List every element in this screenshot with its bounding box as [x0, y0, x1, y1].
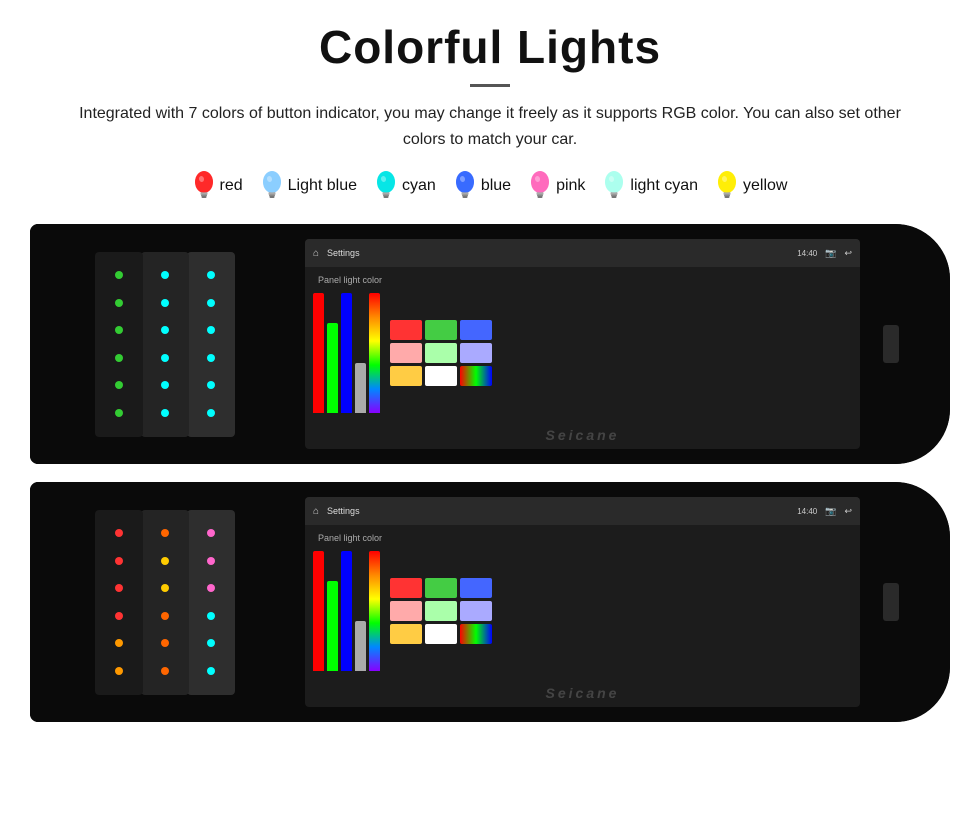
color-item-yellow: yellow	[716, 170, 787, 202]
bulb-icon	[716, 170, 738, 202]
color-item-light-cyan: light cyan	[603, 170, 698, 202]
page-container: Colorful Lights Integrated with 7 colors…	[0, 0, 980, 752]
color-item-pink: pink	[529, 170, 585, 202]
bulb-icon	[375, 170, 397, 202]
color-label-light-cyan: light cyan	[630, 177, 698, 195]
bulb-icon	[603, 170, 625, 202]
color-item-red: red	[193, 170, 243, 202]
car-units-section: ⌂ Settings 14:40 📷 ↩ Panel light colorSe…	[30, 224, 950, 732]
car-unit-1: ⌂ Settings 14:40 📷 ↩ Panel light colorSe…	[30, 482, 950, 722]
page-title: Colorful Lights	[30, 20, 950, 74]
color-label-yellow: yellow	[743, 177, 787, 195]
title-section: Colorful Lights	[30, 20, 950, 87]
bulb-icon	[454, 170, 476, 202]
color-label-pink: pink	[556, 177, 585, 195]
seicane-watermark: Seicane	[546, 685, 620, 701]
color-item-light-blue: Light blue	[261, 170, 357, 202]
color-label-blue: blue	[481, 177, 511, 195]
color-label-red: red	[220, 177, 243, 195]
bulb-icon	[261, 170, 283, 202]
color-item-cyan: cyan	[375, 170, 436, 202]
bulb-icon	[529, 170, 551, 202]
color-list: red Light blue cyan blue pink light cyan	[30, 170, 950, 202]
bulb-icon	[193, 170, 215, 202]
color-item-blue: blue	[454, 170, 511, 202]
description-text: Integrated with 7 colors of button indic…	[60, 101, 920, 152]
car-unit-0: ⌂ Settings 14:40 📷 ↩ Panel light colorSe…	[30, 224, 950, 464]
color-label-cyan: cyan	[402, 177, 436, 195]
title-divider	[470, 84, 510, 87]
color-label-light-blue: Light blue	[288, 177, 357, 195]
seicane-watermark: Seicane	[546, 427, 620, 443]
